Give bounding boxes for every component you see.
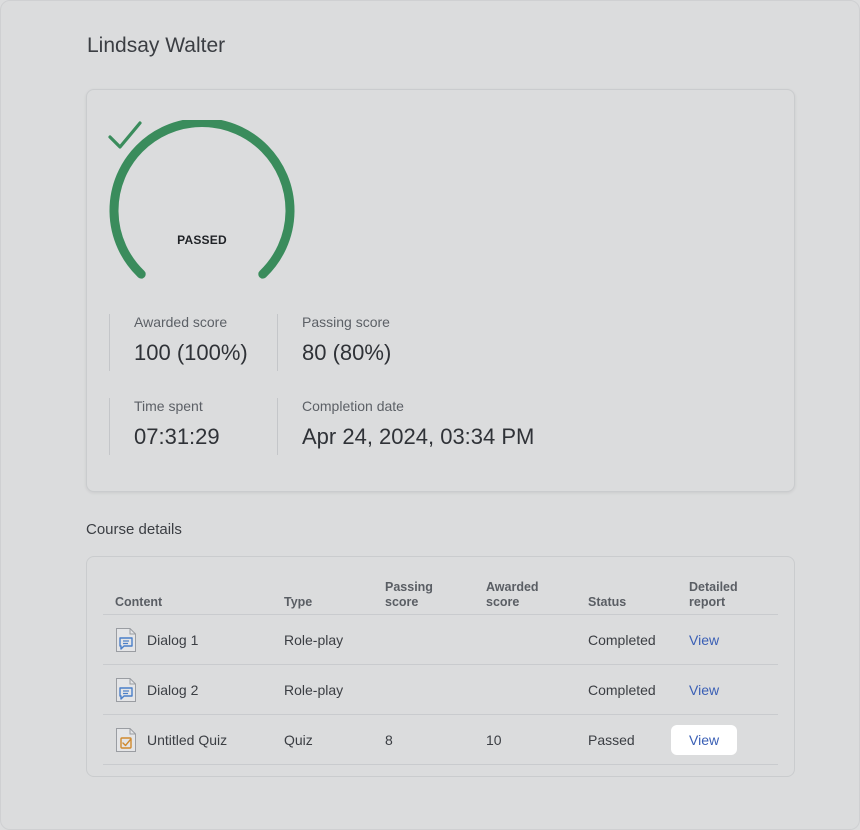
column-header-content: Content <box>103 573 272 615</box>
report-page: Lindsay Walter PASSED Awarded score 100 … <box>0 0 860 830</box>
table-header-row: Content Type Passing score Awarded score S… <box>103 573 778 615</box>
view-report-link[interactable]: View <box>671 724 738 755</box>
time-spent-label: Time spent <box>134 398 203 414</box>
dialog-icon <box>116 677 136 702</box>
awarded-score-cell: 10 <box>474 714 576 765</box>
status-cell: Completed <box>576 664 677 715</box>
table-row: Dialog 1 Role-play Completed View <box>103 614 778 665</box>
time-spent-stat: Time spent 07:31:29 <box>109 398 220 455</box>
completion-date-stat: Completion date Apr 24, 2024, 03:34 PM <box>277 398 534 455</box>
quiz-icon <box>116 727 136 752</box>
column-header-detailed-report: Detailed report <box>677 573 778 615</box>
status-cell: Completed <box>576 614 677 665</box>
content-name: Dialog 2 <box>147 681 199 698</box>
type-cell: Quiz <box>272 714 373 765</box>
view-report-link[interactable]: View <box>671 675 737 705</box>
dialog-icon <box>116 627 136 652</box>
checkmark-icon <box>108 121 142 149</box>
awarded-score-value: 100 (100%) <box>134 340 248 365</box>
type-cell: Role-play <box>272 664 373 715</box>
passing-score-stat: Passing score 80 (80%) <box>277 314 391 371</box>
result-gauge: PASSED <box>107 120 297 290</box>
content-name: Untitled Quiz <box>147 731 228 748</box>
completion-date-label: Completion date <box>302 398 404 414</box>
passing-score-cell: 8 <box>373 714 474 765</box>
column-header-type: Type <box>272 573 373 615</box>
awarded-score-label: Awarded score <box>134 314 228 330</box>
awarded-score-cell <box>474 664 576 715</box>
status-cell: Passed <box>576 714 677 765</box>
column-header-passing-score: Passing score <box>373 573 474 615</box>
content-cell: Dialog 2 <box>115 677 264 703</box>
type-cell: Role-play <box>272 614 373 665</box>
result-summary-card: PASSED Awarded score 100 (100%) Passing … <box>86 89 795 492</box>
content-cell: Untitled Quiz <box>115 727 264 753</box>
course-details-title: Course details <box>86 521 182 538</box>
content-cell: Dialog 1 <box>115 627 264 653</box>
column-header-status: Status <box>576 573 677 615</box>
passing-score-cell <box>373 664 474 715</box>
table-row: Untitled Quiz Quiz 8 10 Passed View <box>103 714 778 765</box>
completion-date-value: Apr 24, 2024, 03:34 PM <box>302 424 535 449</box>
awarded-score-cell <box>474 614 576 665</box>
result-status-label: PASSED <box>177 233 227 247</box>
view-report-link[interactable]: View <box>671 625 737 655</box>
time-spent-value: 07:31:29 <box>134 424 220 449</box>
course-details-table: Content Type Passing score Awarded score S… <box>103 573 778 765</box>
course-details-card: Content Type Passing score Awarded score S… <box>86 556 795 777</box>
learner-name: Lindsay Walter <box>87 34 226 57</box>
awarded-score-stat: Awarded score 100 (100%) <box>109 314 248 371</box>
passing-score-label: Passing score <box>302 314 390 330</box>
passing-score-cell <box>373 614 474 665</box>
table-row: Dialog 2 Role-play Completed View <box>103 664 778 715</box>
content-name: Dialog 1 <box>147 631 199 648</box>
passing-score-value: 80 (80%) <box>302 340 392 365</box>
column-header-awarded-score: Awarded score <box>474 573 576 615</box>
